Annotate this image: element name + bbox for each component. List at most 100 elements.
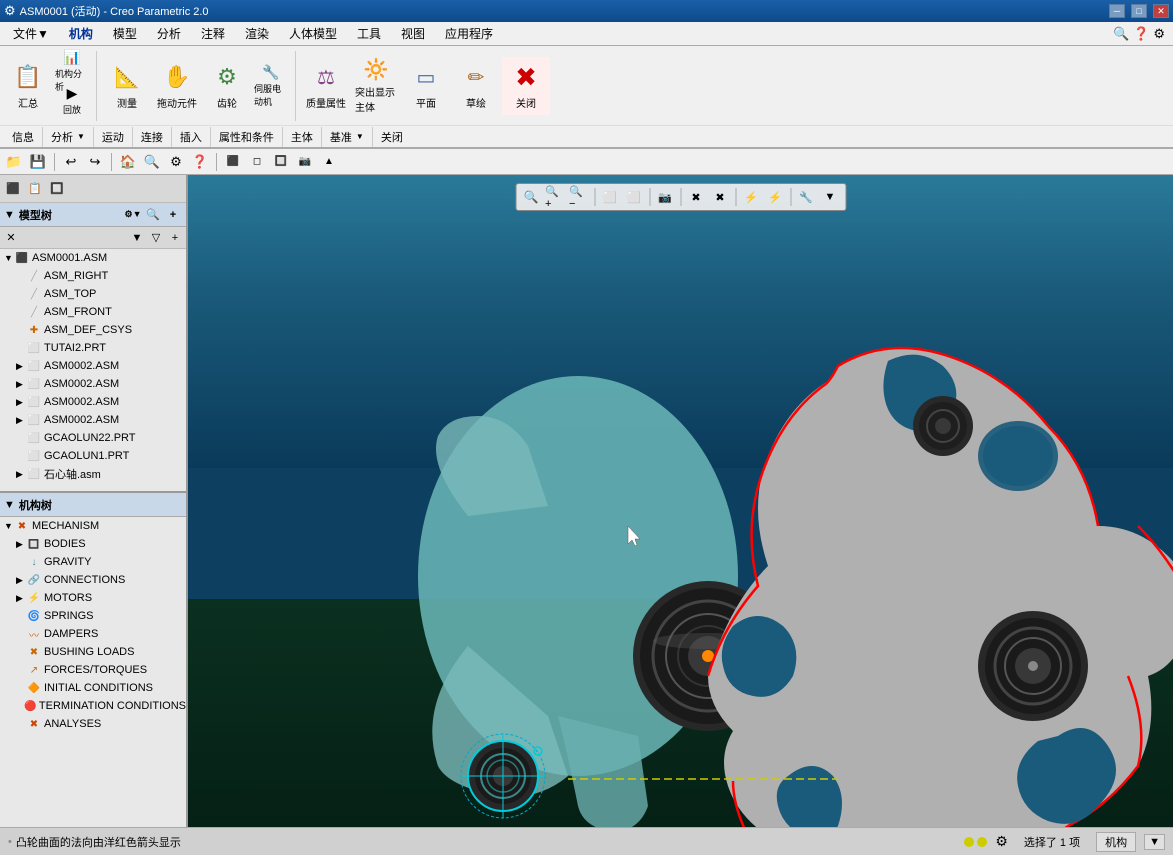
mechanism-analysis-button[interactable]: 📊 机构分析: [54, 57, 90, 85]
vp-spark2[interactable]: ⚡: [764, 186, 786, 208]
playback-button[interactable]: ▶ 回放: [54, 87, 90, 115]
mech-item-connections[interactable]: ▶ 🔗 CONNECTIONS: [0, 571, 186, 589]
vp-shading1[interactable]: ⬜: [599, 186, 621, 208]
menu-analysis[interactable]: 分析: [148, 22, 190, 45]
tree-funnel-btn[interactable]: ▽: [147, 229, 165, 247]
qb-tool5[interactable]: ▲: [319, 152, 339, 172]
qb-undo[interactable]: ↩: [61, 152, 81, 172]
mechanism-icon-btn[interactable]: ⚙: [995, 833, 1008, 850]
highlight-body-button[interactable]: 🔆 突出显示主体: [352, 57, 400, 115]
tree-item-asm-top[interactable]: ╱ ASM_TOP: [0, 285, 186, 303]
menu-mechanism[interactable]: 机构: [60, 22, 102, 45]
tree-item-gcaolun1[interactable]: ⬜ GCAOLUN1.PRT: [0, 447, 186, 465]
vp-shading2[interactable]: ⬜: [623, 186, 645, 208]
mech-item-springs[interactable]: 🌀 SPRINGS: [0, 607, 186, 625]
mech-item-initial-conds[interactable]: 🔶 INITIAL CONDITIONS: [0, 679, 186, 697]
tl-info[interactable]: 信息: [4, 127, 43, 147]
menu-file[interactable]: 文件▼: [4, 22, 58, 45]
lt-icon2[interactable]: 📋: [26, 180, 44, 198]
mech-item-motors[interactable]: ▶ ⚡ MOTORS: [0, 589, 186, 607]
menu-render[interactable]: 渲染: [236, 22, 278, 45]
gear-button[interactable]: ⚙ 齿轮: [203, 57, 251, 115]
summary-button[interactable]: 📋 汇总: [4, 57, 52, 115]
mech-tree-header[interactable]: ▼ 机构树: [0, 493, 186, 517]
lt-icon1[interactable]: ⬛: [4, 180, 22, 198]
tl-motion[interactable]: 运动: [94, 127, 133, 147]
vp-zoom-out[interactable]: 🔍−: [568, 186, 590, 208]
menu-model[interactable]: 模型: [104, 22, 146, 45]
tl-insert[interactable]: 插入: [172, 127, 211, 147]
tree-item-asm0001[interactable]: ▼ ⬛ ASM0001.ASM: [0, 249, 186, 267]
tl-analysis[interactable]: 分析 ▼: [43, 127, 94, 147]
tree-add-btn[interactable]: +: [164, 206, 182, 224]
measure-button[interactable]: 📐 测量: [103, 57, 151, 115]
model-tree-header[interactable]: ▼ 模型树 ⚙▼ 🔍 +: [0, 203, 186, 227]
mech-item-dampers[interactable]: 〰 DAMPERS: [0, 625, 186, 643]
tree-settings-btn[interactable]: ⚙▼: [124, 206, 142, 224]
viewport[interactable]: 🔍 🔍+ 🔍− ⬜ ⬜ 📷 ✖ ✖ ⚡ ⚡ 🔧 ▼: [188, 175, 1173, 827]
tree-item-asm-def-csys[interactable]: ✚ ASM_DEF_CSYS: [0, 321, 186, 339]
tl-connect[interactable]: 连接: [133, 127, 172, 147]
sketch-button[interactable]: ✏ 草绘: [452, 57, 500, 115]
titlebar-right[interactable]: ─ □ ✕: [1109, 4, 1169, 18]
tree-item-tutai2[interactable]: ⬜ TUTAI2.PRT: [0, 339, 186, 357]
tree-collapse-btn[interactable]: ▼: [128, 229, 146, 247]
mech-item-term-conds[interactable]: 🔴 TERMINATION CONDITIONS: [0, 697, 186, 715]
mech-item-analyses[interactable]: ✖ ANALYSES: [0, 715, 186, 733]
vp-tool1[interactable]: 🔧: [795, 186, 817, 208]
tree-filter-btn[interactable]: 🔍: [144, 206, 162, 224]
mech-item-forces[interactable]: ↗ FORCES/TORQUES: [0, 661, 186, 679]
qb-tool4[interactable]: 📷: [295, 152, 315, 172]
close-mechanism-button[interactable]: ✖ 关闭: [502, 57, 550, 115]
qb-redo[interactable]: ↪: [85, 152, 105, 172]
tree-plus-btn[interactable]: +: [166, 229, 184, 247]
menu-annotation[interactable]: 注释: [192, 22, 234, 45]
qb-home[interactable]: 🏠: [118, 152, 138, 172]
menu-view[interactable]: 视图: [392, 22, 434, 45]
tree-item-asm-front[interactable]: ╱ ASM_FRONT: [0, 303, 186, 321]
qb-help[interactable]: ❓: [190, 152, 210, 172]
vp-camera[interactable]: 📷: [654, 186, 676, 208]
maximize-button[interactable]: □: [1131, 4, 1147, 18]
mech-item-bushing[interactable]: ✖ BUSHING LOADS: [0, 643, 186, 661]
tl-close[interactable]: 关闭: [373, 127, 411, 147]
mass-props-button[interactable]: ⚖ 质量属性: [302, 57, 350, 115]
qb-tool1[interactable]: ⬛: [223, 152, 243, 172]
tree-item-asm0002-4[interactable]: ▶ ⬜ ASM0002.ASM: [0, 411, 186, 429]
tree-item-shaft[interactable]: ▶ ⬜ 石心轴.asm: [0, 465, 186, 483]
tree-close-btn[interactable]: ✕: [2, 229, 20, 247]
vp-cross2[interactable]: ✖: [709, 186, 731, 208]
qb-tool3[interactable]: 🔲: [271, 152, 291, 172]
tl-body[interactable]: 主体: [283, 127, 322, 147]
mech-item-mechanism[interactable]: ▼ ✖ MECHANISM: [0, 517, 186, 535]
qb-tool2[interactable]: ◻: [247, 152, 267, 172]
mech-item-gravity[interactable]: ↓ GRAVITY: [0, 553, 186, 571]
search-icon[interactable]: 🔍: [1113, 26, 1129, 42]
vp-zoom-fit[interactable]: 🔍: [520, 186, 542, 208]
qb-search[interactable]: 🔍: [142, 152, 162, 172]
mech-item-bodies[interactable]: ▶ 🔲 BODIES: [0, 535, 186, 553]
mode-dropdown-btn[interactable]: ▼: [1144, 834, 1165, 850]
help-icon[interactable]: ❓: [1133, 26, 1149, 42]
servo-motor-button[interactable]: 🔧 伺服电动机: [253, 72, 289, 100]
lt-icon3[interactable]: 🔲: [48, 180, 66, 198]
settings-icon[interactable]: ⚙: [1153, 26, 1165, 42]
drag-component-button[interactable]: ✋ 拖动元件: [153, 57, 201, 115]
tl-datum[interactable]: 基准 ▼: [322, 127, 373, 147]
vp-tool2[interactable]: ▼: [819, 186, 841, 208]
minimize-button[interactable]: ─: [1109, 4, 1125, 18]
tree-item-asm-right[interactable]: ╱ ASM_RIGHT: [0, 267, 186, 285]
vp-zoom-in[interactable]: 🔍+: [544, 186, 566, 208]
plane-button[interactable]: ▭ 平面: [402, 57, 450, 115]
menu-tools[interactable]: 工具: [348, 22, 390, 45]
tree-item-asm0002-2[interactable]: ▶ ⬜ ASM0002.ASM: [0, 375, 186, 393]
vp-cross1[interactable]: ✖: [685, 186, 707, 208]
vp-spark1[interactable]: ⚡: [740, 186, 762, 208]
menu-applications[interactable]: 应用程序: [436, 22, 502, 45]
qb-open[interactable]: 📁: [4, 152, 24, 172]
qb-settings[interactable]: ⚙: [166, 152, 186, 172]
close-button[interactable]: ✕: [1153, 4, 1169, 18]
tree-item-gcaolun22[interactable]: ⬜ GCAOLUN22.PRT: [0, 429, 186, 447]
tree-item-asm0002-3[interactable]: ▶ ⬜ ASM0002.ASM: [0, 393, 186, 411]
qb-save[interactable]: 💾: [28, 152, 48, 172]
